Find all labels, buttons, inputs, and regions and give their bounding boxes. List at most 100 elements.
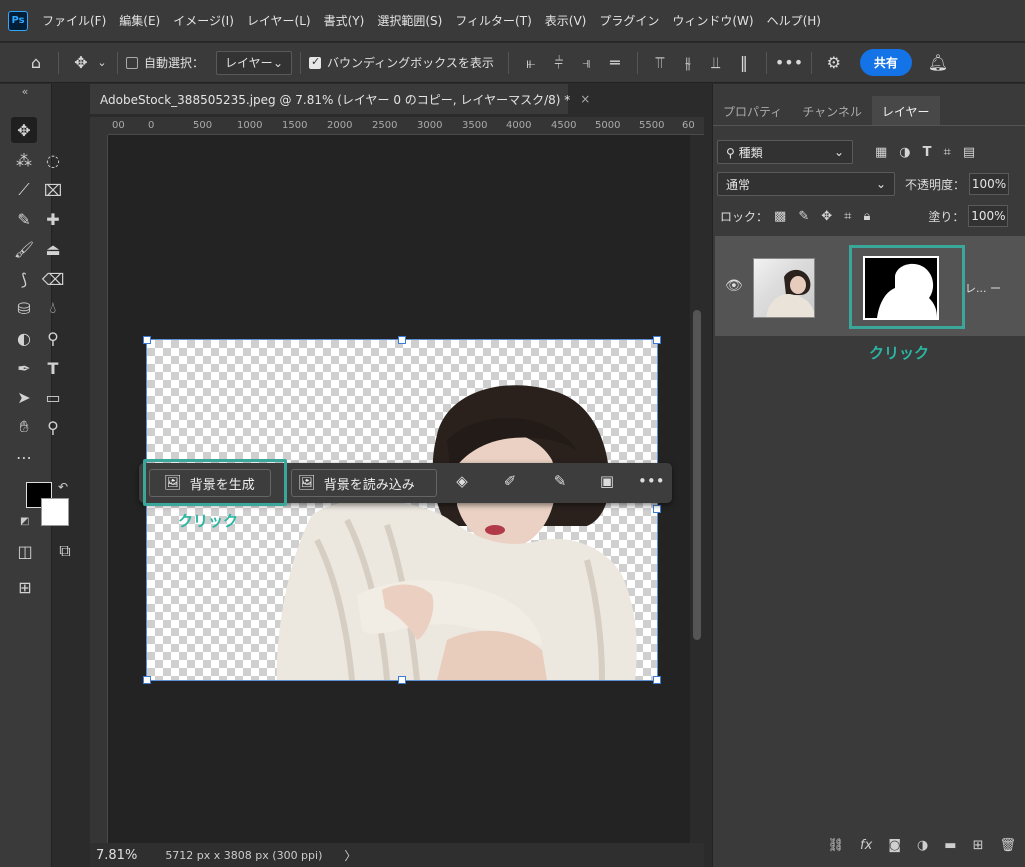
- filter-pixel-icon[interactable]: ▦: [875, 145, 887, 160]
- screen-mode-icon[interactable]: ⧉: [52, 538, 78, 564]
- align-bottom-icon[interactable]: ⫫: [702, 53, 730, 73]
- marquee-tool-icon[interactable]: [50, 117, 76, 143]
- more-icon[interactable]: •••: [775, 53, 803, 72]
- object-select-tool-icon[interactable]: ⁂: [11, 147, 37, 173]
- share-button[interactable]: 共有: [859, 49, 912, 76]
- eye-icon[interactable]: 👁︎: [725, 278, 743, 294]
- menu-type[interactable]: 書式(Y): [324, 12, 365, 29]
- filter-adjustment-icon[interactable]: ◑: [899, 145, 910, 160]
- folder-icon[interactable]: ▬: [944, 838, 956, 853]
- zoom-level[interactable]: 7.81%: [96, 848, 137, 863]
- layer-thumbnail[interactable]: [753, 258, 815, 318]
- menu-window[interactable]: ウィンドウ(W): [672, 12, 753, 29]
- trash-icon[interactable]: 🗑︎: [999, 838, 1016, 853]
- align-right-icon[interactable]: ⫣: [573, 53, 601, 73]
- more-options-icon[interactable]: •••: [638, 472, 665, 490]
- mask-options-icon[interactable]: ▣: [596, 472, 618, 490]
- quick-mask-icon[interactable]: ◫: [12, 538, 38, 564]
- adjustment-layer-icon[interactable]: ◑: [917, 838, 928, 853]
- more-tools-icon[interactable]: ⋯: [11, 444, 37, 470]
- brush-subtract-icon[interactable]: ✐: [499, 472, 521, 490]
- align-middle-icon[interactable]: ⫳: [674, 53, 702, 73]
- auto-select-checkbox[interactable]: [126, 56, 138, 69]
- hand-tool-icon[interactable]: ✋︎: [11, 414, 37, 440]
- fx-icon[interactable]: fx: [860, 838, 872, 853]
- align-center-icon[interactable]: ⫩: [545, 53, 573, 73]
- crop-tool-icon[interactable]: ⌧: [40, 177, 66, 203]
- move-tool-icon[interactable]: ✥: [11, 117, 37, 143]
- menu-image[interactable]: イメージ(I): [173, 12, 234, 29]
- move-tool-icon[interactable]: ✥: [67, 53, 95, 72]
- dodge-tool-icon[interactable]: ◐: [11, 325, 37, 351]
- transform-handle[interactable]: [398, 336, 406, 344]
- brush-tool-icon[interactable]: 🖌︎: [11, 236, 37, 262]
- generative-icon[interactable]: ⊞: [12, 574, 38, 600]
- tab-channels[interactable]: チャンネル: [792, 96, 872, 125]
- filter-smart-object-icon[interactable]: ▤: [963, 145, 975, 160]
- transform-handle[interactable]: [653, 505, 661, 513]
- menu-select[interactable]: 選択範囲(S): [377, 12, 442, 29]
- align-top-icon[interactable]: ⫪: [646, 53, 674, 73]
- menu-edit[interactable]: 編集(E): [119, 12, 160, 29]
- opacity-input[interactable]: 100%: [969, 173, 1010, 195]
- healing-brush-icon[interactable]: ✚: [40, 206, 66, 232]
- pen-tool-icon[interactable]: ✒: [11, 355, 37, 381]
- transform-handle[interactable]: [653, 676, 661, 684]
- menu-filter[interactable]: フィルター(T): [455, 12, 531, 29]
- chevron-down-icon[interactable]: ⌄: [95, 56, 109, 69]
- filter-shape-icon[interactable]: ⌗: [944, 145, 951, 160]
- swap-colors-icon[interactable]: ↶: [58, 480, 68, 494]
- lock-artboard-icon[interactable]: ⌗: [844, 209, 851, 224]
- menu-help[interactable]: ヘルプ(H): [767, 12, 821, 29]
- menu-file[interactable]: ファイル(F): [42, 12, 106, 29]
- menu-view[interactable]: 表示(V): [545, 12, 587, 29]
- bell-icon[interactable]: 🔔︎: [924, 53, 952, 72]
- lock-all-icon[interactable]: 🔒︎: [863, 209, 870, 224]
- new-layer-icon[interactable]: ⊞: [973, 838, 984, 853]
- transform-handle[interactable]: [398, 676, 406, 684]
- close-icon[interactable]: ×: [580, 92, 590, 106]
- tab-properties[interactable]: プロパティ: [713, 96, 792, 125]
- type-tool-icon[interactable]: T: [40, 355, 66, 381]
- vertical-scrollbar[interactable]: [690, 135, 704, 843]
- collapse-icon[interactable]: «: [12, 84, 38, 98]
- filter-type-icon[interactable]: T: [923, 145, 932, 160]
- stamp-tool-icon[interactable]: ⏏: [40, 236, 66, 262]
- gear-icon[interactable]: ⚙: [820, 53, 848, 72]
- rectangle-tool-icon[interactable]: ▭: [40, 384, 66, 410]
- menu-layer[interactable]: レイヤー(L): [247, 12, 311, 29]
- blend-mode-dropdown[interactable]: 通常 ⌄: [717, 172, 895, 196]
- tab-layers[interactable]: レイヤー: [871, 96, 940, 125]
- align-left-icon[interactable]: ⫦: [517, 53, 545, 73]
- import-background-button[interactable]: 🖼︎ 背景を読み込み: [291, 469, 437, 497]
- bounding-box-checkbox[interactable]: [309, 55, 322, 69]
- lock-pixels-icon[interactable]: ✎: [798, 209, 809, 224]
- history-brush-icon[interactable]: ⟆: [11, 266, 37, 292]
- add-mask-icon[interactable]: ◙: [888, 838, 901, 853]
- auto-select-dropdown[interactable]: レイヤー ⌄: [216, 50, 293, 75]
- distribute-vertical-icon[interactable]: ‖: [730, 53, 758, 72]
- layer-name[interactable]: レ... ー: [965, 280, 1001, 296]
- menu-plugins[interactable]: プラグイン: [599, 12, 659, 29]
- home-icon[interactable]: ⌂: [22, 53, 50, 72]
- brush-add-icon[interactable]: ✎: [549, 472, 571, 490]
- default-colors-icon[interactable]: ◩: [20, 516, 29, 527]
- document-tab[interactable]: AdobeStock_388505235.jpeg @ 7.81% (レイヤー …: [90, 84, 590, 114]
- status-arrow-icon[interactable]: 〉: [344, 847, 356, 864]
- eraser-tool-icon[interactable]: ⌫: [40, 266, 66, 292]
- fill-icon[interactable]: ◈: [451, 472, 473, 490]
- blur-tool-icon[interactable]: 💧︎: [40, 295, 66, 321]
- zoom-tool-icon[interactable]: ⚲: [40, 414, 66, 440]
- lock-transparency-icon[interactable]: ▩: [774, 209, 786, 224]
- quick-select-icon[interactable]: ◌: [40, 147, 66, 173]
- eyedropper-tool-icon[interactable]: ✎: [11, 206, 37, 232]
- path-select-icon[interactable]: ➤: [11, 384, 37, 410]
- transform-handle[interactable]: [143, 676, 151, 684]
- scrollbar-thumb[interactable]: [693, 310, 701, 640]
- fill-input[interactable]: 100%: [968, 205, 1009, 227]
- filter-kind-dropdown[interactable]: ⚲ 種類 ⌄: [717, 140, 853, 164]
- background-color-swatch[interactable]: [41, 498, 69, 526]
- transform-handle[interactable]: [143, 336, 151, 344]
- zoom-drop-icon[interactable]: ⚲: [40, 325, 66, 351]
- distribute-icon[interactable]: ═: [601, 53, 629, 72]
